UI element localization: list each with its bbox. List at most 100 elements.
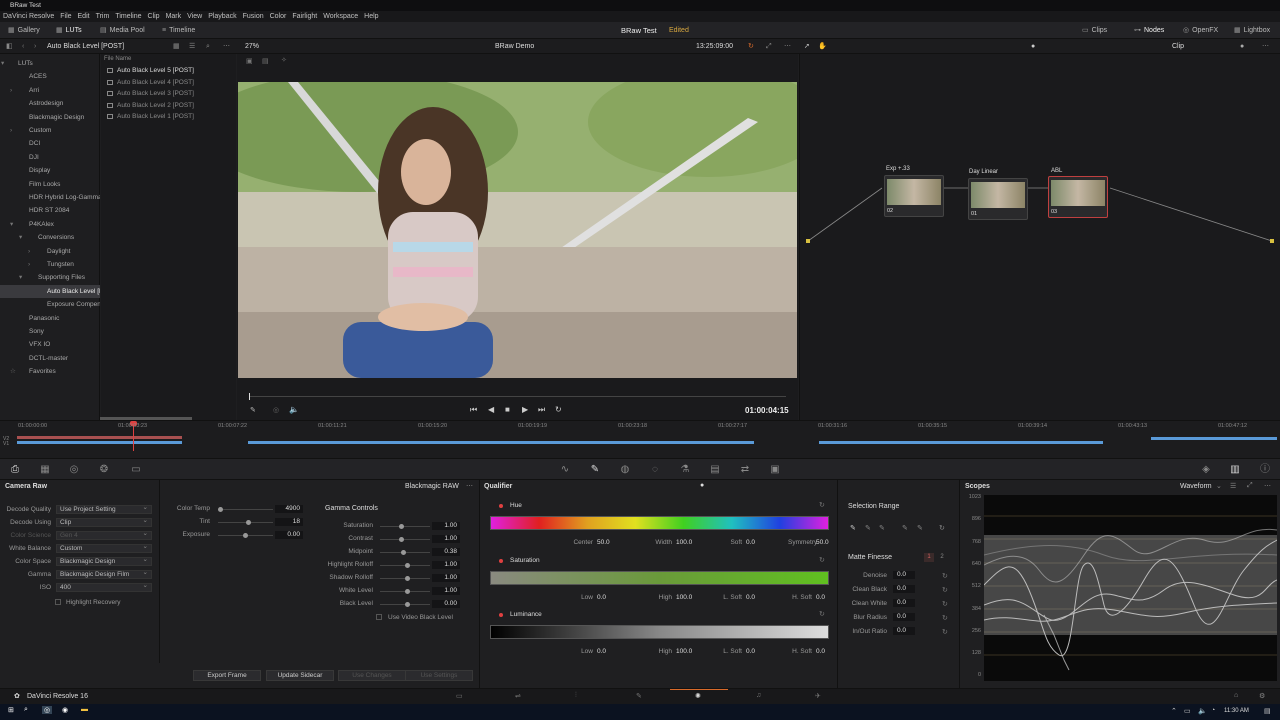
qualifier-enable-dot[interactable] (499, 559, 503, 563)
feather-plus-icon[interactable]: ✎ (917, 524, 923, 532)
hue-param-value[interactable]: 0.0 (746, 539, 755, 546)
lut-tree-item[interactable]: › Arri (0, 84, 100, 97)
lut-tree-item[interactable]: Auto Black Level [PO... (0, 284, 100, 298)
use-settings-button[interactable]: Use Settings (405, 670, 473, 681)
color-page-icon[interactable]: ✺ (695, 692, 701, 700)
timeline-clip[interactable] (17, 436, 182, 439)
feather-minus-icon[interactable]: ✎ (902, 524, 908, 532)
highlight-recovery-checkbox[interactable] (55, 599, 61, 605)
search-icon[interactable]: ⌕ (206, 39, 210, 54)
menu-item-trim[interactable]: Trim (93, 13, 113, 20)
matte-value[interactable]: 0.0 (893, 571, 915, 579)
reset-icon[interactable]: ↻ (942, 628, 948, 636)
page-dot-icon[interactable]: ● (700, 482, 704, 489)
highlight-icon[interactable]: ✧ (281, 56, 287, 64)
lut-tree-item[interactable]: ☆ Favorites (0, 365, 100, 378)
openfx-button[interactable]: ◎ OpenFX (1183, 22, 1218, 39)
motion-effects-icon[interactable]: ▭ (130, 464, 142, 476)
reset-saturation-icon[interactable]: ↻ (819, 556, 825, 564)
reset-icon[interactable]: ↻ (942, 572, 948, 580)
lut-tree-item[interactable]: › Custom (0, 124, 100, 137)
timeline-clip[interactable] (1151, 437, 1277, 440)
lut-tree-item[interactable]: ▾ P4KAlex (0, 218, 100, 231)
timeline-button[interactable]: ≡ Timeline (162, 22, 195, 39)
hue-param-value[interactable]: 100.0 (676, 539, 692, 546)
lut-tree-item[interactable]: DCI (0, 137, 100, 150)
timeline-clip[interactable] (248, 441, 754, 444)
gamma-slider-track[interactable] (380, 563, 430, 568)
raw-slider-track[interactable] (218, 533, 273, 538)
play-icon[interactable]: ▶ (522, 405, 528, 414)
chevron-icon[interactable]: ☆ (10, 365, 16, 378)
deliver-page-icon[interactable]: ✈ (815, 692, 821, 700)
raw-field-select[interactable]: 400 (56, 582, 152, 592)
nodes-button[interactable]: ⊶ Nodes (1134, 22, 1164, 39)
raw-field-select[interactable]: Use Project Setting (56, 504, 152, 514)
menu-item-file[interactable]: File (57, 13, 74, 20)
lightbox-button[interactable]: ▦ Lightbox (1234, 22, 1270, 39)
gamma-slider-track[interactable] (380, 589, 430, 594)
fullscreen-icon[interactable]: ⤢ (766, 39, 772, 54)
raw-slider-track[interactable] (218, 520, 273, 525)
curves-icon[interactable]: ∿ (559, 464, 571, 476)
key-icon[interactable]: ⇄ (739, 464, 751, 476)
menu-item-mark[interactable]: Mark (163, 13, 185, 20)
qualifier-icon[interactable]: ✎ (589, 464, 601, 476)
raw-options-icon[interactable]: ⋯ (466, 482, 473, 490)
scrubber-track[interactable] (249, 396, 786, 397)
gamma-slider-knob[interactable] (405, 589, 411, 594)
scope-options-icon[interactable]: ⋯ (1264, 482, 1271, 490)
matte-tab-1[interactable]: 1 (924, 553, 934, 562)
chevron-icon[interactable]: ▾ (19, 271, 22, 284)
lut-tree-item[interactable]: Panasonic (0, 312, 100, 325)
viewer-options-icon[interactable]: ⋯ (784, 39, 791, 54)
luminance-param-value[interactable]: 0.0 (597, 648, 606, 655)
node-day-linear[interactable]: 01 (968, 178, 1028, 220)
scope-mode-chevron-icon[interactable]: ⌄ (1216, 482, 1222, 490)
lut-tree-item[interactable]: HDR Hybrid Log-Gamma (0, 191, 100, 204)
lut-tree-item[interactable]: DJI (0, 151, 100, 164)
timeline-scrollbar[interactable] (100, 417, 192, 420)
network-icon[interactable]: ▭ (1184, 707, 1191, 715)
lut-tree-item[interactable]: ▾ Conversions (0, 231, 100, 244)
scope-expand-icon[interactable]: ⤢ (1247, 482, 1253, 490)
go-to-start-icon[interactable]: ⏮ (470, 405, 477, 415)
reverse-play-icon[interactable]: ◀ (488, 405, 494, 414)
reset-icon[interactable]: ↻ (942, 600, 948, 608)
window-icon[interactable]: ◍ (619, 464, 631, 476)
lut-file-item[interactable]: Auto Black Level 3 [POST] (101, 88, 236, 99)
raw-field-select[interactable]: Custom (56, 543, 152, 553)
raw-field-select[interactable]: Clip (56, 517, 152, 527)
picker-plus-icon[interactable]: ✎ (879, 524, 885, 532)
info-icon[interactable]: ⓘ (1259, 464, 1271, 476)
chevron-icon[interactable]: ▾ (19, 231, 22, 244)
lut-tree-item[interactable]: ▾ Supporting Files (0, 271, 100, 284)
luminance-param-value[interactable]: 100.0 (676, 648, 692, 655)
lut-tree-item[interactable]: Exposure Compensa... (0, 298, 100, 311)
lut-file-item[interactable]: Auto Black Level 2 [POST] (101, 100, 236, 111)
matte-tab-2[interactable]: 2 (937, 553, 947, 562)
gamma-slider-value[interactable]: 1.00 (432, 561, 460, 569)
raw-field-select[interactable]: Blackmagic Design (56, 556, 152, 566)
menu-item-playback[interactable]: Playback (205, 13, 239, 20)
wifi-icon[interactable]: ◔ (1211, 707, 1215, 714)
use-changes-button[interactable]: Use Changes (338, 670, 406, 681)
gamma-slider-knob[interactable] (405, 563, 411, 568)
forward-icon[interactable]: › (34, 39, 36, 54)
panel-toggle-icon[interactable]: ◧ (6, 39, 13, 54)
zoom-level[interactable]: 27% (245, 39, 259, 54)
saturation-param-value[interactable]: 0.0 (597, 594, 606, 601)
tray-expand-icon[interactable]: ⌃ (1171, 707, 1177, 715)
picker-icon[interactable]: ✎ (850, 524, 856, 532)
loop-icon[interactable]: ↻ (748, 39, 754, 54)
blur-icon[interactable]: ▤ (709, 464, 721, 476)
timeline-clip[interactable] (17, 441, 182, 444)
tracker-icon[interactable]: ◌ (649, 464, 661, 476)
saturation-param-value[interactable]: 0.0 (816, 594, 825, 601)
menu-item-timeline[interactable]: Timeline (112, 13, 144, 20)
raw-slider-value[interactable]: 4900 (275, 505, 303, 513)
fusion-page-icon[interactable]: ✎ (636, 692, 642, 700)
magic-mask-icon[interactable]: ⚗ (679, 464, 691, 476)
lut-tree-item[interactable]: ▾ LUTs (0, 57, 100, 70)
luminance-param-value[interactable]: 0.0 (816, 648, 825, 655)
